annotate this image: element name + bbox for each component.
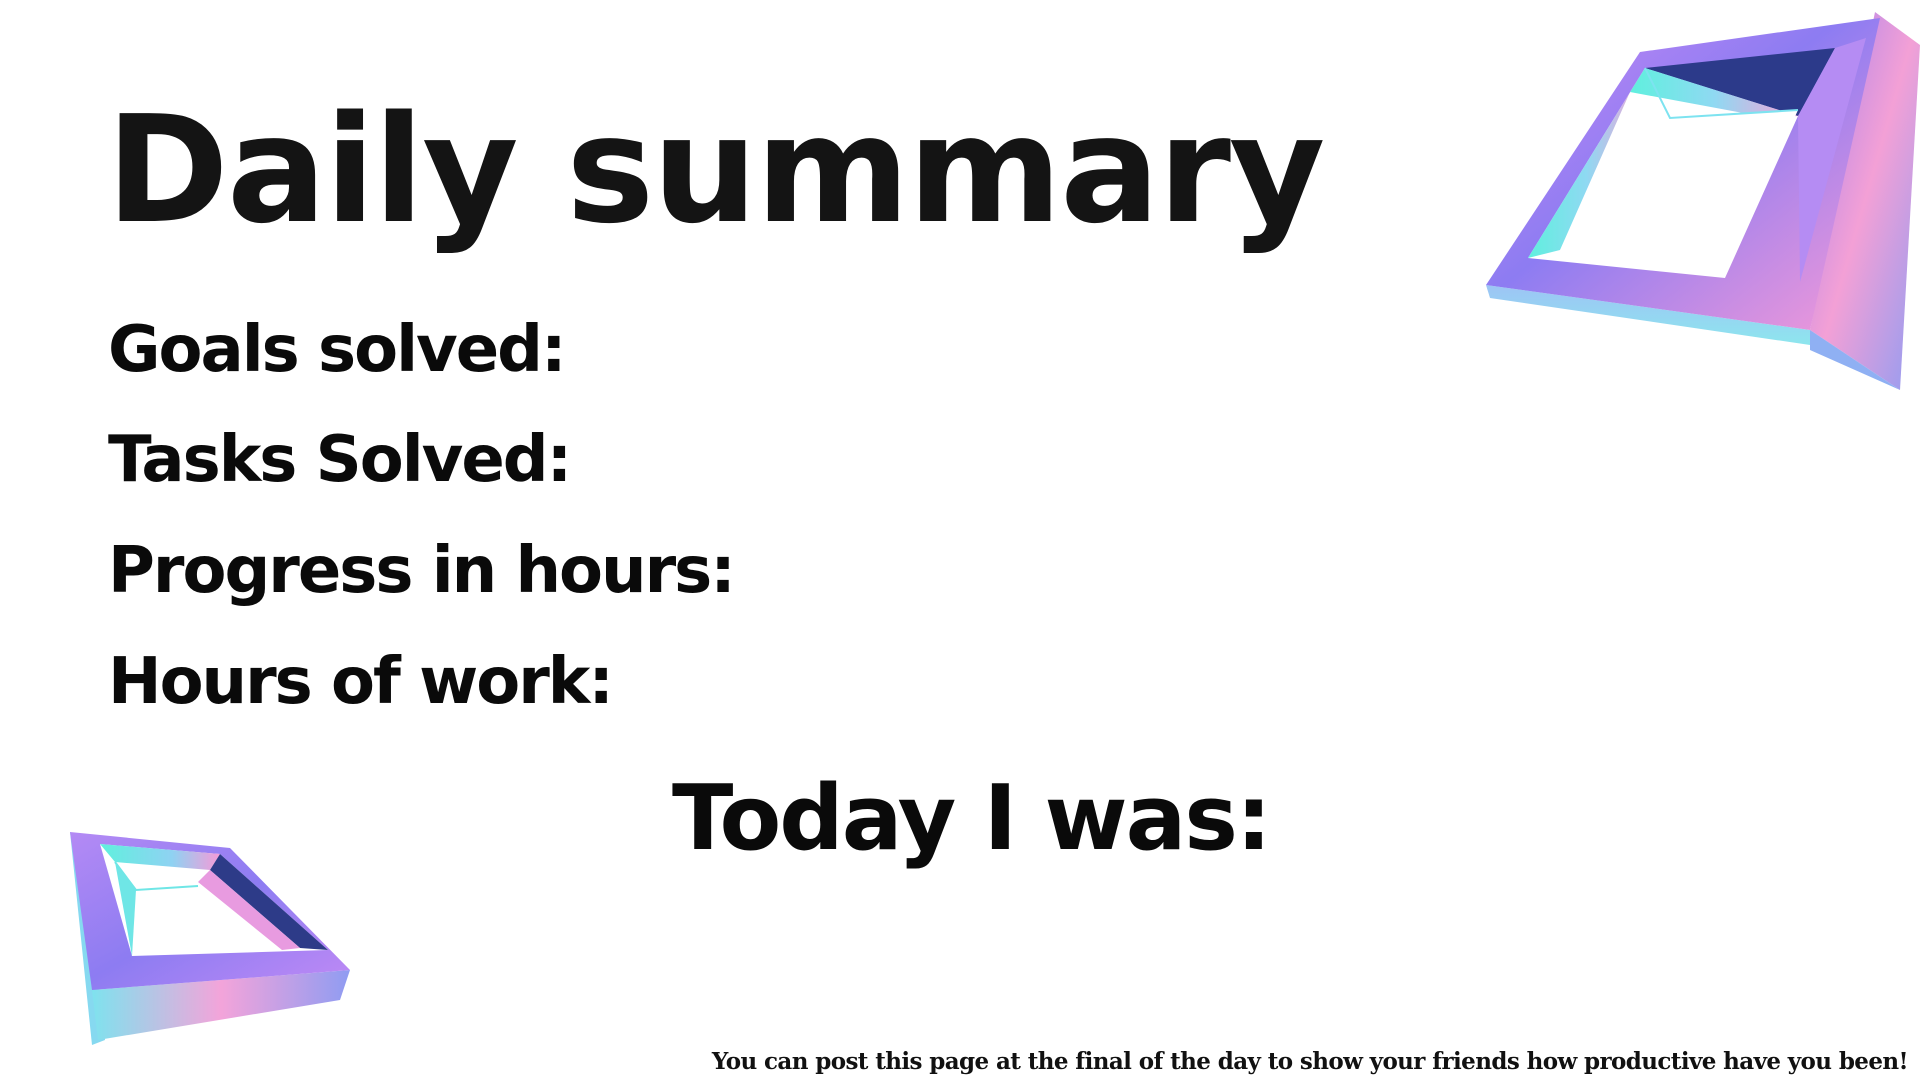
footer-note: You can post this page at the final of t…: [711, 1048, 1909, 1075]
holographic-square-frame-icon: [1486, 12, 1920, 390]
hours-of-work-label: Hours of work:: [108, 645, 614, 719]
today-i-was-label: Today I was:: [672, 766, 1272, 871]
goals-solved-label: Goals solved:: [108, 313, 567, 387]
daily-summary-page: Daily summary Goals solved: Tasks Solved…: [0, 0, 1920, 1080]
progress-in-hours-label: Progress in hours:: [108, 534, 736, 608]
holographic-square-frame-icon: [70, 832, 350, 1045]
page-title: Daily summary: [106, 84, 1325, 256]
tasks-solved-label: Tasks Solved:: [108, 423, 572, 497]
